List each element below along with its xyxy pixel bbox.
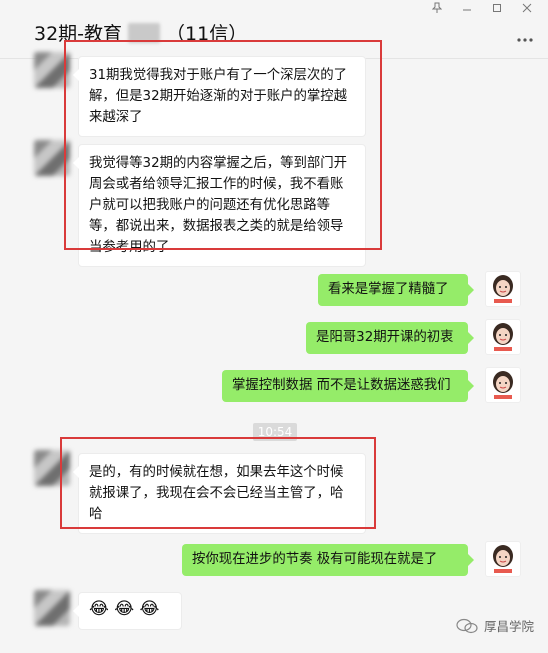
blurred-name	[128, 22, 161, 43]
message-text: 按你现在进步的节奏 极有可能现在就是了	[192, 552, 438, 567]
message-text: 掌握控制数据 而不是让数据迷惑我们	[232, 378, 451, 393]
avatar[interactable]	[34, 140, 70, 176]
message-bubble[interactable]: 31期我觉得我对于账户有了一个深层次的了解，但是32期开始逐渐的对于账户的掌控越…	[73, 56, 366, 137]
maximize-icon[interactable]	[482, 2, 512, 18]
avatar[interactable]	[485, 271, 521, 307]
message-bubble[interactable]: 按你现在进步的节奏 极有可能现在就是了	[182, 544, 474, 576]
message-text: 是阳哥32期开课的初衷	[316, 330, 454, 345]
message-bubble[interactable]: 看来是掌握了精髓了	[318, 274, 474, 306]
message-text: 我觉得等32期的内容掌握之后，等到部门开周会或者给领导汇报工作的时候，我不看账户…	[89, 156, 348, 255]
message-bubble[interactable]: 掌握控制数据 而不是让数据迷惑我们	[222, 370, 474, 402]
window-controls	[422, 2, 542, 18]
message-text: 看来是掌握了精髓了	[328, 282, 449, 297]
message-bubble[interactable]: 是阳哥32期开课的初衷	[306, 322, 474, 354]
chat-titlebar: 32期-教育 （11信）	[0, 0, 548, 59]
avatar[interactable]	[34, 450, 70, 486]
chat-title-count: （11信）	[166, 23, 248, 45]
minimize-icon[interactable]	[452, 2, 482, 18]
watermark: 厚昌学院	[456, 616, 534, 635]
avatar[interactable]	[485, 319, 521, 355]
close-icon[interactable]	[512, 2, 542, 18]
watermark-text: 厚昌学院	[483, 619, 534, 634]
avatar[interactable]	[34, 52, 70, 88]
message-bubble[interactable]: 是的，有的时候就在想，如果去年这个时候就报课了，我现在会不会已经当主管了，哈哈	[73, 453, 366, 534]
avatar[interactable]	[485, 367, 521, 403]
chat-title-name: 32期-教育	[34, 23, 123, 45]
message-bubble[interactable]: 😂 😂 😂	[73, 592, 182, 630]
avatar[interactable]	[485, 541, 521, 577]
message-text: 31期我觉得我对于账户有了一个深层次的了解，但是32期开始逐渐的对于账户的掌控越…	[89, 68, 348, 125]
message-timestamp: 10:54	[253, 423, 297, 441]
more-icon[interactable]	[516, 26, 534, 46]
avatar[interactable]	[34, 590, 70, 626]
message-text: 是的，有的时候就在想，如果去年这个时候就报课了，我现在会不会已经当主管了，哈哈	[89, 465, 344, 522]
wechat-icon	[456, 618, 478, 633]
pin-icon[interactable]	[422, 2, 452, 18]
emoji-text: 😂 😂 😂	[89, 599, 160, 619]
message-bubble[interactable]: 我觉得等32期的内容掌握之后，等到部门开周会或者给领导汇报工作的时候，我不看账户…	[73, 144, 366, 267]
chat-title: 32期-教育 （11信）	[34, 19, 247, 46]
